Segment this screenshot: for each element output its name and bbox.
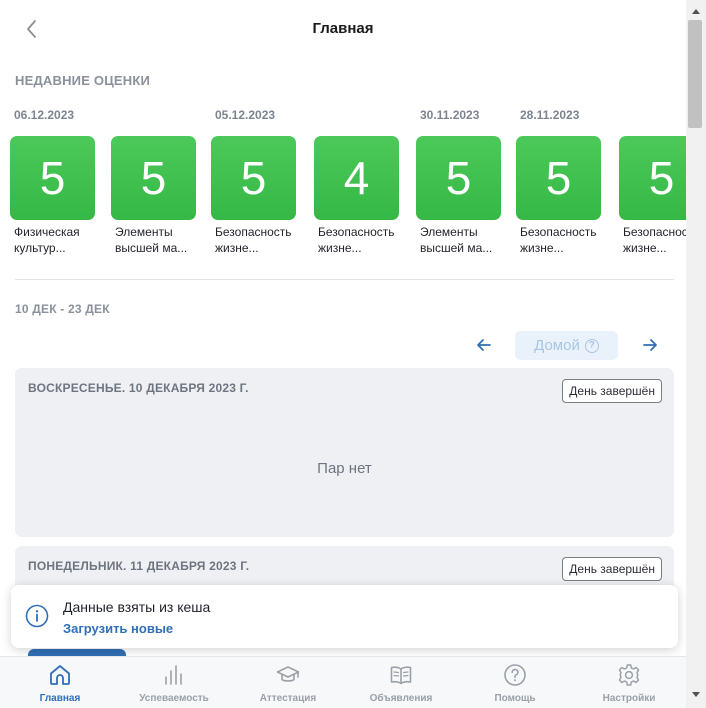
grade-tile[interactable]: 5 (10, 136, 95, 220)
home-button[interactable]: Домой ? (515, 331, 618, 360)
grade-subject-line: жизне... (520, 241, 564, 255)
no-lessons-text: Пар нет (317, 460, 372, 477)
nav-item-help[interactable]: Помощь (458, 657, 572, 708)
chart-bars-icon (165, 665, 182, 685)
scroll-up-arrow-icon[interactable] (692, 9, 700, 14)
arrow-left-icon (477, 339, 491, 351)
grade-subject-line: жизне... (318, 241, 362, 255)
grade-subject: Элементы высшей ма... (420, 224, 504, 256)
grade-tile[interactable]: 5 (416, 136, 501, 220)
next-week-button[interactable] (640, 336, 660, 354)
day-card: ВОСКРЕСЕНЬЕ. 10 ДЕКАБРЯ 2023 Г. День зав… (15, 368, 674, 537)
nav-item-settings[interactable]: Настройки (572, 657, 686, 708)
nav-item-home[interactable]: Главная (3, 657, 117, 708)
grade-subject-line: Физическая (14, 225, 80, 239)
grade-subject-line: Безопасность (520, 225, 597, 239)
grade-date: 06.12.2023 (14, 108, 75, 122)
grade-subject-line: культур... (14, 241, 66, 255)
reload-link[interactable]: Загрузить новые (63, 621, 173, 636)
grade-subject: Элементы высшей ма... (115, 224, 199, 256)
help-icon (504, 664, 526, 686)
grade-subject-line: жизне... (623, 241, 667, 255)
grade-subject-line: Безопасность (623, 225, 686, 239)
day-status-badge[interactable]: День завершён (562, 557, 662, 581)
grade-tile[interactable]: 5 (211, 136, 296, 220)
nav-label: Помощь (494, 693, 536, 704)
nav-label: Успеваемость (139, 693, 209, 704)
home-icon (50, 665, 70, 685)
info-icon (25, 604, 49, 628)
grade-subject-line: Элементы (115, 225, 173, 239)
grade-subject-line: жизне... (215, 241, 259, 255)
help-icon: ? (584, 338, 599, 353)
grade-subject-line: Безопасность (215, 225, 292, 239)
grade-date: 05.12.2023 (215, 108, 276, 122)
nav-label: Объявления (369, 693, 433, 704)
scroll-thumb[interactable] (688, 20, 702, 128)
recent-grades-list[interactable]: 06.12.2023 5 Физическая культур... 5 Эле… (10, 104, 686, 264)
cache-toast: Данные взяты из кеша Загрузить новые (11, 585, 678, 648)
grade-subject: Безопасность жизне... (318, 224, 402, 256)
scroll-down-arrow-icon[interactable] (692, 692, 700, 697)
day-title: ВОСКРЕСЕНЬЕ. 10 ДЕКАБРЯ 2023 Г. (28, 381, 249, 395)
nav-item-announcements[interactable]: Объявления (344, 657, 458, 708)
book-icon (390, 666, 412, 685)
recent-grades-title: НЕДАВНИЕ ОЦЕНКИ (15, 73, 151, 88)
nav-label: Настройки (602, 693, 656, 704)
grade-tile[interactable]: 5 (619, 136, 686, 220)
nav-item-attestation[interactable]: Аттестация (231, 657, 345, 708)
grade-subject-line: Безопасность (318, 225, 395, 239)
grade-subject-line: Элементы (420, 225, 478, 239)
grade-subject: Безопасность жизне... (623, 224, 686, 256)
gear-icon (618, 664, 640, 686)
page-title: Главная (312, 20, 374, 37)
nav-label: Главная (39, 693, 81, 704)
grade-subject: Безопасность жизне... (520, 224, 604, 256)
grade-date: 30.11.2023 (420, 108, 480, 122)
grade-date: 28.11.2023 (520, 108, 580, 122)
home-button-label: Домой (534, 337, 580, 354)
nav-label: Аттестация (259, 693, 317, 704)
graduation-cap-icon (276, 666, 300, 682)
grade-tile[interactable]: 4 (314, 136, 399, 220)
grade-tile[interactable]: 5 (111, 136, 196, 220)
bottom-navigation: Главная Успеваемость Аттестация Объявлен… (0, 656, 686, 708)
grade-subject-line: высшей ма... (420, 241, 493, 255)
prev-week-button[interactable] (474, 336, 494, 354)
grade-subject-line: высшей ма... (115, 241, 188, 255)
day-title: ПОНЕДЕЛЬНИК. 11 ДЕКАБРЯ 2023 Г. (28, 559, 250, 573)
vertical-scrollbar[interactable] (686, 0, 706, 708)
day-status-badge[interactable]: День завершён (562, 379, 662, 403)
divider (15, 279, 674, 280)
toast-message: Данные взяты из кеша (63, 599, 211, 615)
grade-tile[interactable]: 5 (516, 136, 601, 220)
header: Главная (0, 0, 686, 58)
grade-subject: Физическая культур... (14, 224, 98, 256)
week-range: 10 ДЕК - 23 ДЕК (15, 302, 110, 316)
arrow-right-icon (643, 339, 657, 351)
nav-item-progress[interactable]: Успеваемость (117, 657, 231, 708)
grade-subject: Безопасность жизне... (215, 224, 299, 256)
app-window: Главная НЕДАВНИЕ ОЦЕНКИ 06.12.2023 5 Физ… (0, 0, 686, 708)
